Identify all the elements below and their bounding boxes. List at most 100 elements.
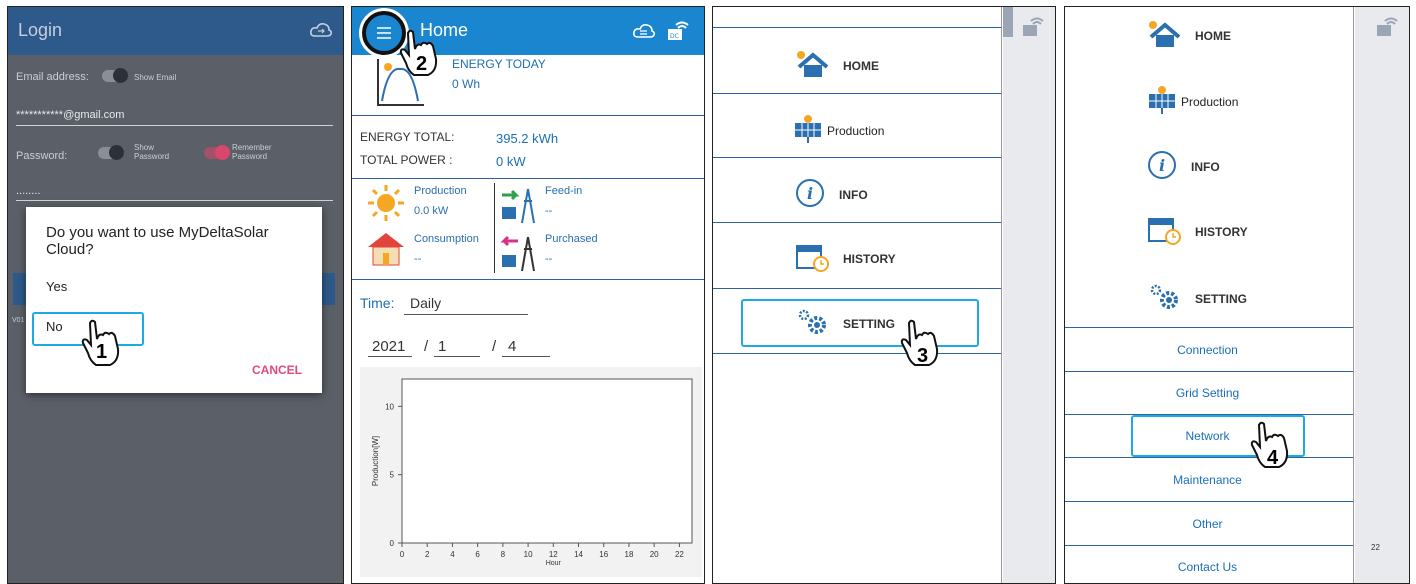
device-wifi-icon: [1377, 17, 1398, 36]
show-email-toggle[interactable]: [102, 68, 128, 83]
x-tick-label: 2: [425, 550, 430, 559]
month-field[interactable]: 1: [438, 338, 446, 355]
menu-item-production[interactable]: Production: [1145, 85, 1238, 118]
menu-item-label: HOME: [843, 58, 879, 73]
menu-item-home[interactable]: HOME: [795, 49, 879, 82]
dimmed-background: [1355, 7, 1409, 583]
step-number-1: 1: [96, 341, 108, 363]
x-tick-label: 4: [450, 550, 455, 559]
x-tick-label: 22: [675, 550, 684, 559]
y-tick-label: 0: [390, 539, 395, 548]
setting-submenu-screen: HOME Production i INFO HISTORY SETTING Connect…: [1064, 6, 1410, 584]
menu-item-info[interactable]: i INFO: [1147, 150, 1220, 183]
remember-password-label: Remember Password: [232, 143, 272, 161]
y-tick-label: 5: [390, 471, 395, 480]
separator: [352, 279, 704, 280]
menu-divider: [713, 93, 1001, 94]
feed-in-icon: [502, 188, 535, 224]
show-password-label: Show Password: [134, 143, 170, 161]
menu-item-label: Production: [1181, 94, 1239, 109]
menu-item-history[interactable]: HISTORY: [795, 242, 896, 275]
day-underline: [502, 356, 550, 357]
tap-hand-icon: 4: [1245, 419, 1297, 480]
submenu-divider: [1065, 371, 1353, 372]
x-tick-label: 20: [650, 550, 659, 559]
total-power-label: TOTAL POWER :: [360, 153, 453, 167]
device-wifi-icon[interactable]: DC: [666, 19, 690, 43]
submenu-item-contact-us[interactable]: Contact Us: [1065, 560, 1350, 574]
separator: [352, 115, 704, 116]
submenu-item-grid-setting[interactable]: Grid Setting: [1065, 386, 1350, 400]
time-underline: [404, 314, 528, 315]
cloud-sync-icon[interactable]: [632, 22, 656, 40]
menu-item-setting[interactable]: SETTING: [1147, 282, 1247, 315]
x-tick-label: 18: [625, 550, 634, 559]
x-tick-label: 8: [501, 550, 506, 559]
total-power-value: 0 kW: [496, 154, 526, 169]
energy-today-label: ENERGY TODAY: [452, 57, 546, 71]
sun-icon: [368, 185, 404, 221]
production-chart: 10 5 00 2 4 6 8 10 12 14 16 18 20 22 Hour Production[W]: [371, 378, 693, 567]
menu-divider: [713, 288, 1001, 289]
menu-item-history[interactable]: HISTORY: [1147, 215, 1248, 248]
password-label: Password:: [16, 150, 68, 162]
login-title: Login: [18, 20, 63, 40]
dialog-cancel-button[interactable]: CANCEL: [252, 363, 302, 377]
drawer-edge: [1001, 7, 1002, 583]
cloud-icon[interactable]: [309, 21, 333, 39]
menu-divider: [713, 157, 1001, 158]
feed-in-value: --: [545, 205, 553, 217]
calendar-icon: [1147, 215, 1181, 248]
x-tick-label: 14: [574, 550, 583, 559]
menu-item-label: HOME: [1195, 28, 1231, 43]
svg-text:DC: DC: [670, 33, 679, 40]
menu-item-label: Production: [827, 123, 885, 138]
dimmed-bar: [1003, 7, 1013, 37]
year-underline: [368, 356, 412, 357]
energy-total-label: ENERGY TOTAL:: [360, 130, 455, 144]
menu-item-production[interactable]: Production: [791, 114, 884, 147]
solar-panel-icon: [791, 114, 825, 147]
feed-in-label: Feed-in: [545, 185, 583, 197]
date-separator: /: [424, 338, 429, 355]
dimmed-background: [1003, 7, 1055, 583]
date-separator: /: [492, 338, 497, 355]
side-menu-screen: HOME Production i INFO HISTORY SETTING 3: [712, 6, 1056, 584]
submenu-item-connection[interactable]: Connection: [1065, 343, 1350, 357]
house-icon: [368, 233, 404, 266]
x-tick-label: 12: [549, 550, 558, 559]
submenu-item-other[interactable]: Other: [1065, 517, 1350, 531]
day-field[interactable]: 4: [508, 338, 516, 355]
password-field[interactable]: ........: [16, 185, 40, 197]
calendar-icon: [795, 242, 829, 275]
cloud-dialog: Do you want to use MyDeltaSolar Cloud? Y…: [26, 207, 322, 393]
hamburger-icon: [377, 27, 391, 39]
y-axis-label: Production[W]: [371, 436, 380, 486]
month-underline: [434, 356, 480, 357]
consumption-label: Consumption: [414, 233, 479, 245]
plot-area: [401, 378, 693, 544]
time-select[interactable]: Daily: [410, 295, 441, 311]
year-field[interactable]: 2021: [372, 338, 405, 355]
svg-text:i: i: [807, 184, 813, 203]
production-value: 0.0 kW: [414, 205, 449, 217]
show-password-toggle[interactable]: [98, 145, 124, 160]
submenu-item-maintenance[interactable]: Maintenance: [1065, 473, 1350, 487]
email-field[interactable]: ***********@gmail.com: [16, 109, 124, 121]
menu-item-label: HISTORY: [1195, 224, 1248, 239]
remember-password-toggle[interactable]: [204, 145, 230, 160]
gear-icon: [1147, 282, 1181, 315]
dialog-yes-option[interactable]: Yes: [46, 279, 67, 294]
energy-today-value: 0 Wh: [452, 77, 481, 91]
production-label: Production: [414, 185, 467, 197]
menu-item-home[interactable]: HOME: [1147, 19, 1231, 52]
menu-item-info[interactable]: i INFO: [795, 178, 868, 211]
solar-panel-icon: [1145, 85, 1179, 118]
email-underline: [16, 125, 333, 126]
submenu-divider: [1065, 501, 1353, 502]
svg-text:i: i: [1159, 156, 1165, 175]
submenu-divider: [1065, 327, 1353, 328]
menu-item-label: INFO: [1191, 159, 1220, 174]
purchased-value: --: [545, 253, 553, 265]
version-label: V01: [12, 317, 25, 324]
